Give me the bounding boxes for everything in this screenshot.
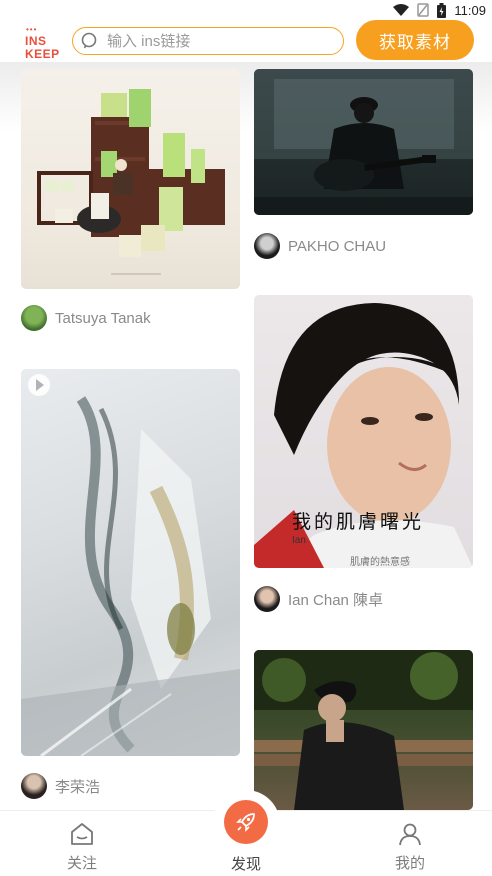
nav-mine-label: 我的 xyxy=(394,855,425,872)
feed-card[interactable]: 我的肌膚曙光 Ian 肌膚的熱意感 Ian Chan 陳卓 xyxy=(254,295,473,620)
home-icon xyxy=(71,823,93,845)
nav-follow-label: 关注 xyxy=(66,855,97,872)
status-icons: 11:09 xyxy=(393,2,486,18)
album-subtitle: 肌膚的熱意感 xyxy=(350,557,410,568)
plastic-bag-macro-image xyxy=(21,374,240,756)
bench-portrait-image xyxy=(254,650,473,810)
wifi-icon xyxy=(393,4,410,16)
card-author[interactable]: 李荣浩 xyxy=(21,773,240,799)
app-logo: ••• INS KEEP xyxy=(24,24,60,61)
nav-follow[interactable]: 关注 xyxy=(32,811,132,876)
card-author[interactable]: Tatsuya Tanak xyxy=(21,305,240,331)
card-image[interactable] xyxy=(254,69,473,215)
author-name: PAKHO CHAU xyxy=(288,237,387,255)
discover-button[interactable] xyxy=(224,800,268,844)
app-header: ••• INS KEEP 获取素材 xyxy=(0,20,492,62)
feed-card[interactable]: Tatsuya Tanak xyxy=(21,69,240,339)
search-icon xyxy=(81,32,97,49)
nav-discover-label: 发现 xyxy=(230,856,261,873)
status-bar: 11:09 xyxy=(0,0,492,20)
logo-dots: ••• xyxy=(26,25,38,34)
discover-feed[interactable]: Tatsuya Tanak 李荣浩 PAKHO CHAU 我的肌膚曙光 Ian … xyxy=(0,62,492,810)
author-name: Ian Chan 陳卓 xyxy=(288,591,384,609)
card-image[interactable] xyxy=(21,69,240,289)
battery-icon xyxy=(437,2,447,18)
avatar[interactable] xyxy=(21,305,47,331)
avatar[interactable] xyxy=(254,586,280,612)
avatar[interactable] xyxy=(21,773,47,799)
card-image[interactable]: 我的肌膚曙光 Ian 肌膚的熱意感 xyxy=(254,295,473,568)
guitar-silhouette-image xyxy=(254,69,473,215)
author-name: Tatsuya Tanak xyxy=(55,309,151,327)
logo-text-line2: KEEP xyxy=(25,47,60,61)
card-author[interactable]: Ian Chan 陳卓 xyxy=(254,586,473,612)
card-image[interactable] xyxy=(21,369,240,756)
avatar[interactable] xyxy=(254,233,280,259)
nav-mine[interactable]: 我的 xyxy=(360,811,460,876)
album-artist: Ian xyxy=(292,535,306,546)
search-box[interactable] xyxy=(72,27,344,55)
author-name: 李荣浩 xyxy=(55,778,101,796)
feed-card[interactable]: PAKHO CHAU xyxy=(254,69,473,259)
sim-icon xyxy=(417,3,430,17)
feed-card[interactable] xyxy=(254,650,473,810)
card-image[interactable] xyxy=(254,650,473,810)
album-title: 我的肌膚曙光 xyxy=(292,511,425,533)
get-material-button[interactable]: 获取素材 xyxy=(356,20,474,60)
search-input[interactable] xyxy=(107,31,335,51)
feed-card[interactable]: 李荣浩 xyxy=(21,369,240,809)
status-time: 11:09 xyxy=(454,2,486,18)
card-author[interactable]: PAKHO CHAU xyxy=(254,233,473,259)
rocket-icon xyxy=(236,813,255,832)
person-icon xyxy=(399,823,421,846)
matcha-miniature-image xyxy=(37,89,225,275)
